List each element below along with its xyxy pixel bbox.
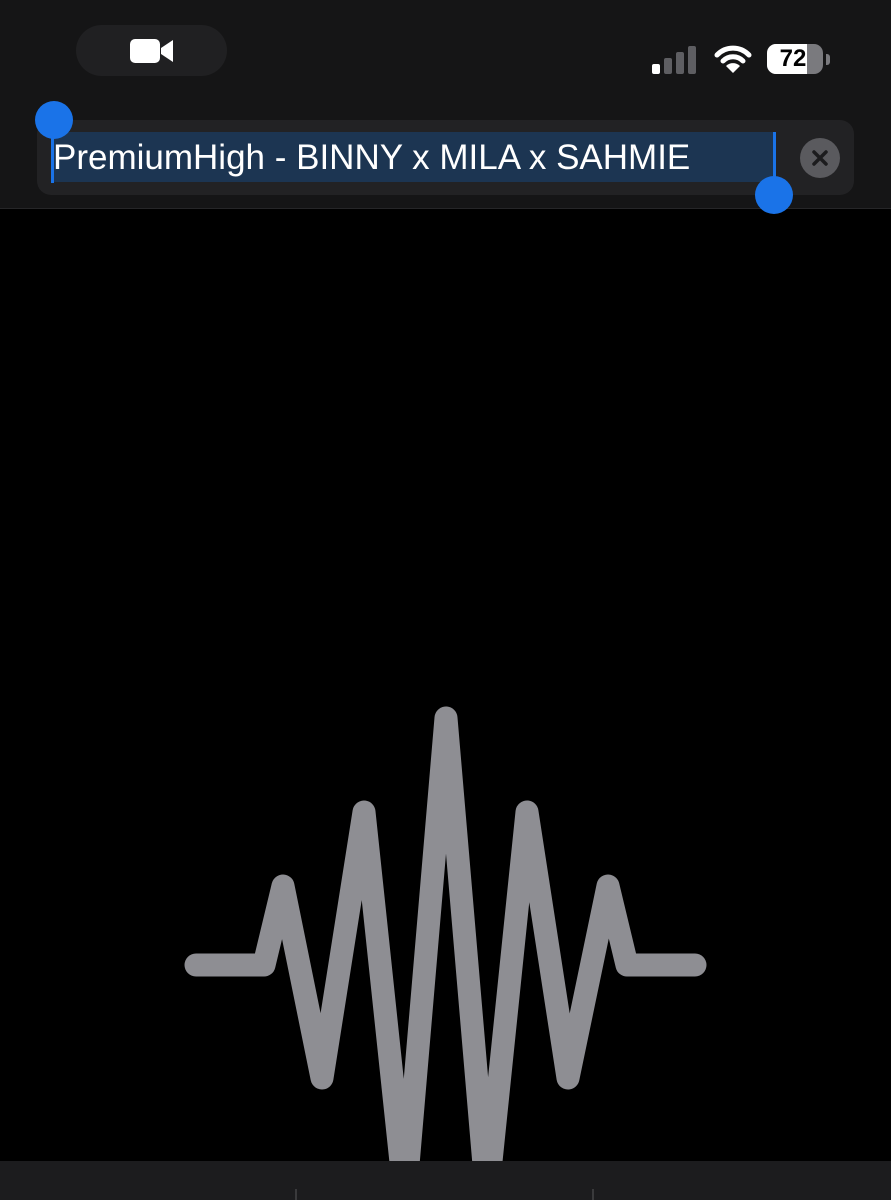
waveform-icon [184,706,707,1200]
toolbar-divider [295,1189,297,1200]
bottom-toolbar [0,1161,891,1200]
toolbar-divider [592,1189,594,1200]
